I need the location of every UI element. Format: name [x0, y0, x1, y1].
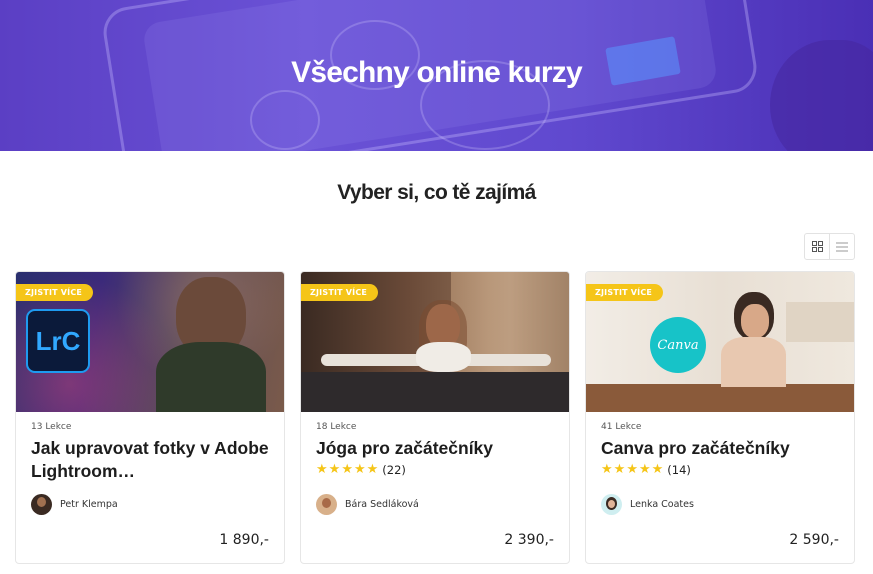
course-title[interactable]: Jak upravovat fotky v Adobe Lightroom…	[31, 437, 276, 483]
star-icon: ★	[626, 462, 638, 477]
lightroom-logo: LrC	[26, 309, 90, 373]
star-icon: ★	[613, 462, 626, 477]
hero-banner: Všechny online kurzy	[0, 0, 873, 151]
section-title: Vyber si, co tě zajímá	[337, 181, 536, 204]
list-view-button[interactable]	[829, 234, 854, 259]
course-title[interactable]: Jóga pro začátečníky	[316, 437, 561, 460]
star-icon: ★	[601, 462, 613, 477]
course-price: 2 590,-	[789, 532, 839, 548]
rating-count: (22)	[382, 463, 406, 477]
lesson-count: 13 Lekce	[31, 422, 72, 432]
star-icon: ★	[341, 462, 353, 477]
course-card[interactable]: LrC ZJISTIT VÍCE 13 Lekce Jak upravovat …	[15, 271, 285, 564]
star-icon: ★	[328, 462, 341, 477]
star-icon: ★	[353, 462, 366, 477]
course-rating: ★ ★ ★ ★ ★ (22)	[316, 462, 406, 478]
course-author: Bára Sedláková	[316, 494, 419, 515]
author-name: Bára Sedláková	[345, 499, 419, 510]
author-name: Petr Klempa	[60, 499, 118, 510]
grid-icon	[811, 241, 823, 252]
lesson-count: 41 Lekce	[601, 422, 642, 432]
more-info-badge[interactable]: ZJISTIT VÍCE	[301, 284, 379, 301]
course-rating: ★ ★ ★ ★ ★ (14)	[601, 462, 691, 478]
author-name: Lenka Coates	[630, 499, 694, 510]
course-author: Lenka Coates	[601, 494, 694, 515]
canva-logo: Canva	[650, 317, 706, 373]
course-author: Petr Klempa	[31, 494, 118, 515]
star-icon: ★	[316, 462, 328, 477]
course-card[interactable]: Canva ZJISTIT VÍCE 41 Lekce Canva pro za…	[585, 271, 855, 564]
rating-count: (14)	[667, 463, 691, 477]
view-toggle	[804, 233, 855, 260]
lesson-count: 18 Lekce	[316, 422, 357, 432]
list-icon	[836, 242, 849, 251]
course-price: 2 390,-	[504, 532, 554, 548]
avatar	[31, 494, 52, 515]
avatar	[316, 494, 337, 515]
avatar	[601, 494, 622, 515]
course-thumbnail[interactable]: ZJISTIT VÍCE	[301, 272, 569, 412]
course-card[interactable]: ZJISTIT VÍCE 18 Lekce Jóga pro začáteční…	[300, 271, 570, 564]
star-icon: ★	[651, 462, 664, 477]
course-thumbnail[interactable]: Canva ZJISTIT VÍCE	[586, 272, 854, 412]
star-icon: ★	[638, 462, 651, 477]
grid-view-button[interactable]	[805, 234, 829, 259]
more-info-badge[interactable]: ZJISTIT VÍCE	[586, 284, 664, 301]
course-thumbnail[interactable]: LrC ZJISTIT VÍCE	[16, 272, 284, 412]
hero-doodle	[250, 90, 320, 150]
page-title: Všechny online kurzy	[291, 56, 583, 89]
star-icon: ★	[366, 462, 379, 477]
more-info-badge[interactable]: ZJISTIT VÍCE	[16, 284, 94, 301]
course-title[interactable]: Canva pro začátečníky	[601, 437, 846, 460]
course-price: 1 890,-	[219, 532, 269, 548]
